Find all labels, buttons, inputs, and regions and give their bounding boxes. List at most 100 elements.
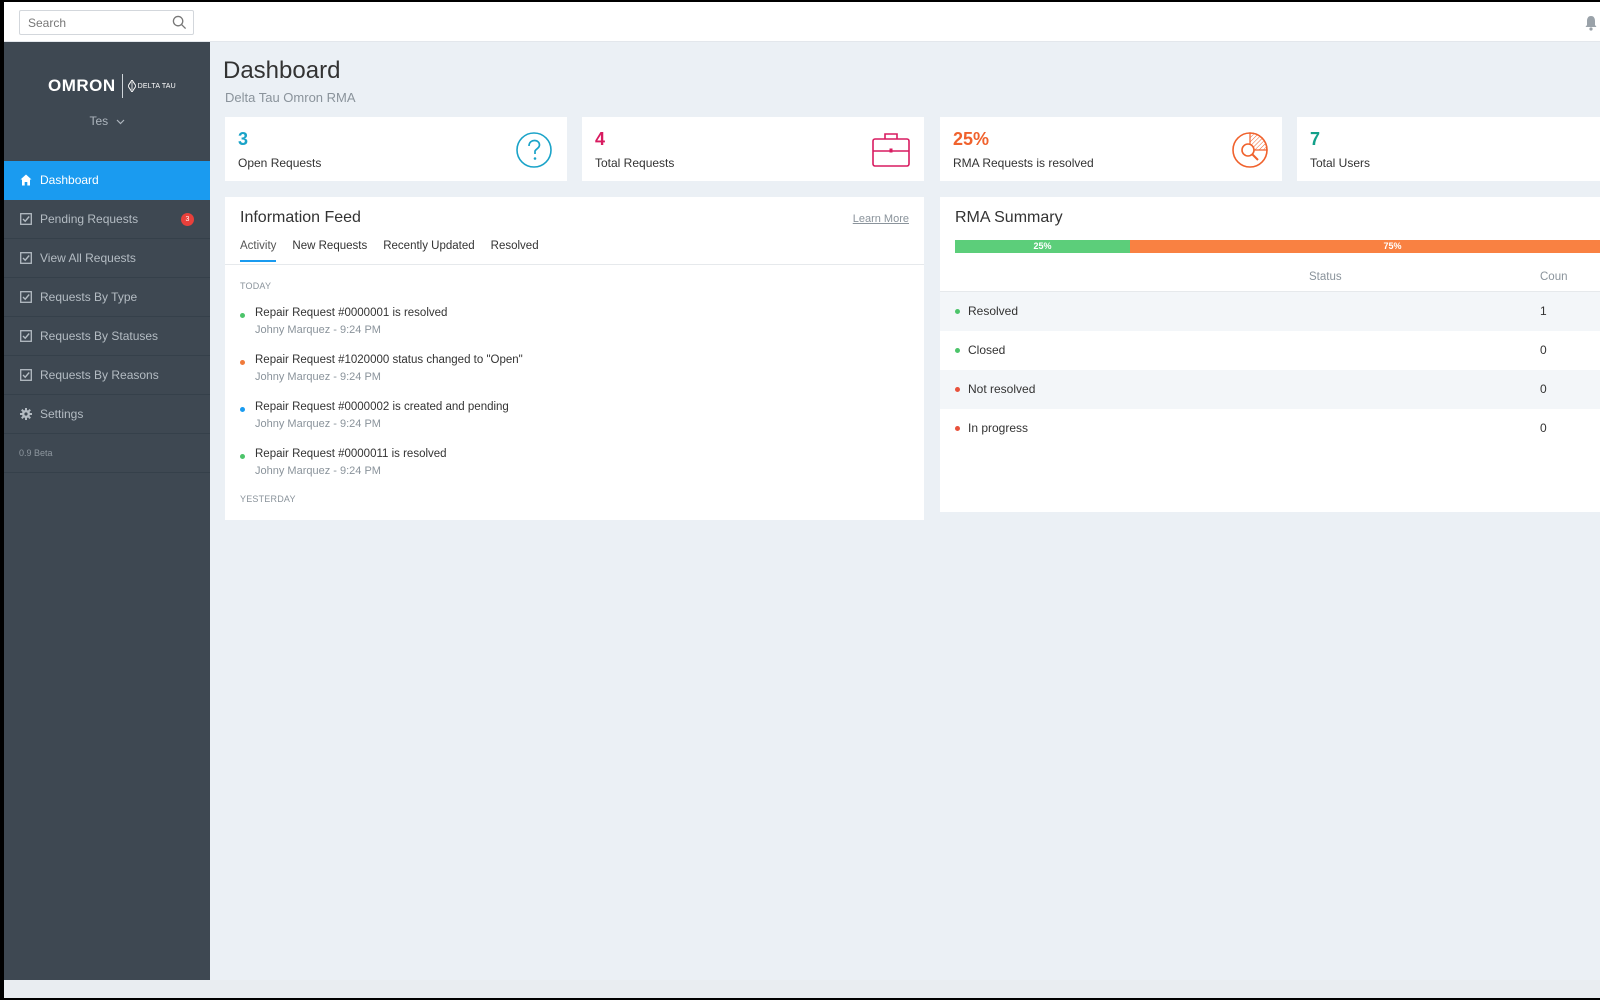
stat-value: 3 — [238, 129, 249, 149]
logo-divider — [121, 74, 123, 98]
sidebar-nav: Dashboard Pending Requests 3 View All Re… — [4, 161, 210, 473]
status-dot — [955, 348, 960, 353]
status-dot — [955, 426, 960, 431]
sidebar-item-label: Requests By Reasons — [40, 368, 159, 382]
logo-wordmark: OMRON — [48, 76, 116, 95]
table-row[interactable]: In progress 0 — [940, 409, 1600, 448]
stat-label: Total Requests — [595, 156, 675, 170]
status-dot — [240, 313, 245, 318]
column-header-count[interactable]: Coun — [1540, 271, 1568, 283]
page-subtitle: Delta Tau Omron RMA — [225, 90, 356, 105]
checkbox-icon — [20, 213, 32, 225]
sidebar-item-requests-by-reasons[interactable]: Requests By Reasons — [4, 356, 210, 395]
sidebar-item-pending-requests[interactable]: Pending Requests 3 — [4, 200, 210, 239]
resolution-progress-bar: 25% 75% — [955, 240, 1600, 253]
sidebar-item-label: Pending Requests — [40, 212, 139, 226]
feed-item-meta: Johny Marquez - 9:24 PM — [255, 371, 381, 383]
omron-logo: OMRON DELTA TAU — [48, 72, 176, 100]
checkbox-icon — [20, 291, 32, 303]
user-dropdown[interactable]: Tes — [4, 114, 210, 128]
gear-icon — [20, 408, 32, 420]
status-count: 1 — [1540, 304, 1547, 318]
status-name: Closed — [968, 343, 1006, 357]
feed-tabs: Activity New Requests Recently Updated R… — [240, 240, 555, 262]
feed-title: Information Feed — [240, 209, 361, 226]
feed-item-meta: Johny Marquez - 9:24 PM — [255, 324, 381, 336]
question-circle-icon — [516, 132, 552, 168]
search-icon[interactable] — [172, 15, 187, 30]
briefcase-icon — [872, 133, 910, 167]
sidebar-item-settings[interactable]: Settings — [4, 395, 210, 434]
table-row[interactable]: Resolved 1 — [940, 292, 1600, 331]
table-row[interactable]: Not resolved 0 — [940, 370, 1600, 409]
top-bar — [4, 2, 1600, 42]
checkbox-icon — [20, 252, 32, 264]
search-box[interactable] — [19, 10, 194, 35]
rma-summary-panel: RMA Summary 25% 75% Status Coun Resolved… — [940, 197, 1600, 512]
stat-label: Total Users — [1310, 156, 1371, 170]
status-name: In progress — [968, 421, 1029, 435]
tab-recently-updated[interactable]: Recently Updated — [383, 240, 474, 262]
stat-value: 7 — [1310, 129, 1321, 149]
stat-card-total-users: 7 Total Users — [1297, 117, 1600, 181]
tab-resolved[interactable]: Resolved — [491, 240, 539, 262]
status-name: Not resolved — [968, 382, 1036, 396]
home-icon — [20, 174, 32, 186]
sidebar-item-label: View All Requests — [40, 251, 136, 265]
stat-card-resolved-rate: 25% RMA Requests is resolved — [940, 117, 1282, 181]
day-label-today: TODAY — [240, 281, 272, 291]
version-label: 0.9 Beta — [4, 434, 210, 473]
status-dot — [240, 407, 245, 412]
stat-label: Open Requests — [238, 156, 322, 170]
learn-more-link[interactable]: Learn More — [853, 213, 909, 225]
progress-segment-resolved: 25% — [955, 240, 1130, 253]
tab-activity[interactable]: Activity — [240, 240, 277, 262]
bottom-status-bar — [4, 980, 1600, 998]
sidebar-item-requests-by-type[interactable]: Requests By Type — [4, 278, 210, 317]
status-dot — [955, 309, 960, 314]
page-title: Dashboard — [223, 57, 341, 84]
stat-label: RMA Requests is resolved — [953, 156, 1094, 170]
feed-item-meta: Johny Marquez - 9:24 PM — [255, 418, 381, 430]
app-window: OMRON DELTA TAU Tes Dashboard — [4, 2, 1600, 998]
bell-icon[interactable] — [1584, 15, 1598, 31]
progress-segment-unresolved: 75% — [1130, 240, 1600, 253]
feed-item-text: Repair Request #1020000 status changed t… — [255, 354, 523, 366]
search-input[interactable] — [20, 11, 170, 34]
feed-item-text: Repair Request #0000001 is resolved — [255, 307, 448, 319]
sidebar-item-label: Requests By Type — [40, 290, 138, 304]
table-row[interactable]: Closed 0 — [940, 331, 1600, 370]
pending-count-badge: 3 — [181, 213, 194, 226]
sidebar: OMRON DELTA TAU Tes Dashboard Pending Re… — [4, 42, 210, 998]
pie-magnifier-icon — [1232, 132, 1268, 168]
status-dot — [240, 454, 245, 459]
stat-value: 4 — [595, 129, 606, 149]
sidebar-item-requests-by-statuses[interactable]: Requests By Statuses — [4, 317, 210, 356]
tabs-divider — [225, 264, 924, 265]
sidebar-item-view-all-requests[interactable]: View All Requests — [4, 239, 210, 278]
stat-card-total-requests: 4 Total Requests — [582, 117, 924, 181]
checkbox-icon — [20, 369, 32, 381]
status-count: 0 — [1540, 421, 1547, 435]
feed-item-meta: Johny Marquez - 9:24 PM — [255, 465, 381, 477]
sidebar-item-label: Settings — [40, 407, 84, 421]
checkbox-icon — [20, 330, 32, 342]
status-count: 0 — [1540, 382, 1547, 396]
sidebar-item-dashboard[interactable]: Dashboard — [4, 161, 210, 200]
summary-title: RMA Summary — [955, 209, 1063, 226]
sidebar-item-label: Dashboard — [40, 173, 99, 187]
status-dot — [955, 387, 960, 392]
status-count: 0 — [1540, 343, 1547, 357]
information-feed-panel: Information Feed Learn More Activity New… — [225, 197, 924, 520]
column-header-status[interactable]: Status — [1309, 271, 1342, 283]
user-name: Tes — [89, 114, 109, 128]
stat-card-open-requests: 3 Open Requests — [225, 117, 567, 181]
status-name: Resolved — [968, 304, 1019, 318]
delta-tau-mark: DELTA TAU — [127, 80, 176, 92]
tab-new-requests[interactable]: New Requests — [292, 240, 367, 262]
delta-tau-icon — [127, 80, 136, 92]
logo-secondary: DELTA TAU — [137, 82, 176, 90]
day-label-yesterday: YESTERDAY — [240, 494, 296, 504]
feed-item-text: Repair Request #0000002 is created and p… — [255, 401, 509, 413]
stat-value: 25% — [953, 129, 990, 149]
